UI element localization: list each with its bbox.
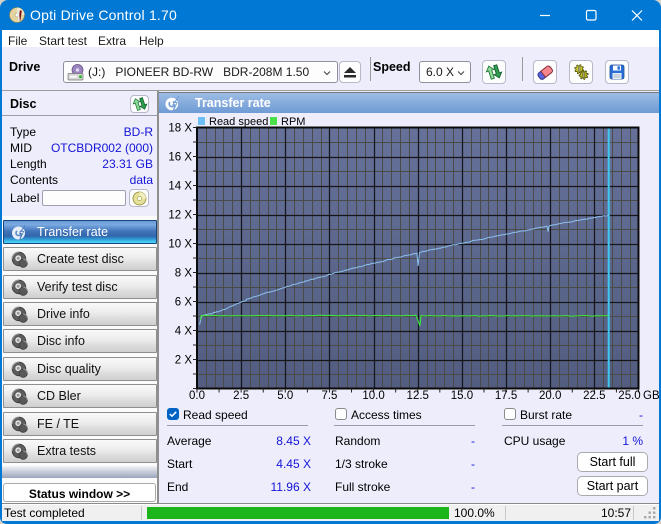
svg-text:17.5: 17.5 [495,390,517,402]
svg-text:6 X: 6 X [175,297,193,309]
svg-text:12 X: 12 X [168,210,192,222]
svg-text:10.0: 10.0 [362,390,384,402]
svg-text:GB: GB [643,390,659,402]
svg-text:2 X: 2 X [175,355,193,367]
svg-text:7.5: 7.5 [321,390,337,402]
svg-text:15.0: 15.0 [451,390,473,402]
svg-text:RPM: RPM [281,116,305,128]
svg-text:4 X: 4 X [175,326,193,338]
svg-text:0.0: 0.0 [189,390,205,402]
svg-text:16 X: 16 X [168,152,192,164]
svg-text:2.5: 2.5 [233,390,249,402]
svg-text:20.0: 20.0 [539,390,561,402]
svg-text:22.5: 22.5 [583,390,605,402]
svg-text:18 X: 18 X [168,123,192,135]
svg-text:10 X: 10 X [168,239,192,251]
svg-text:5.0: 5.0 [277,390,293,402]
svg-text:14 X: 14 X [168,181,192,193]
svg-text:12.5: 12.5 [407,390,429,402]
svg-text:Read speed: Read speed [209,116,268,128]
svg-text:25.0: 25.0 [618,390,640,402]
svg-text:8 X: 8 X [175,268,193,280]
